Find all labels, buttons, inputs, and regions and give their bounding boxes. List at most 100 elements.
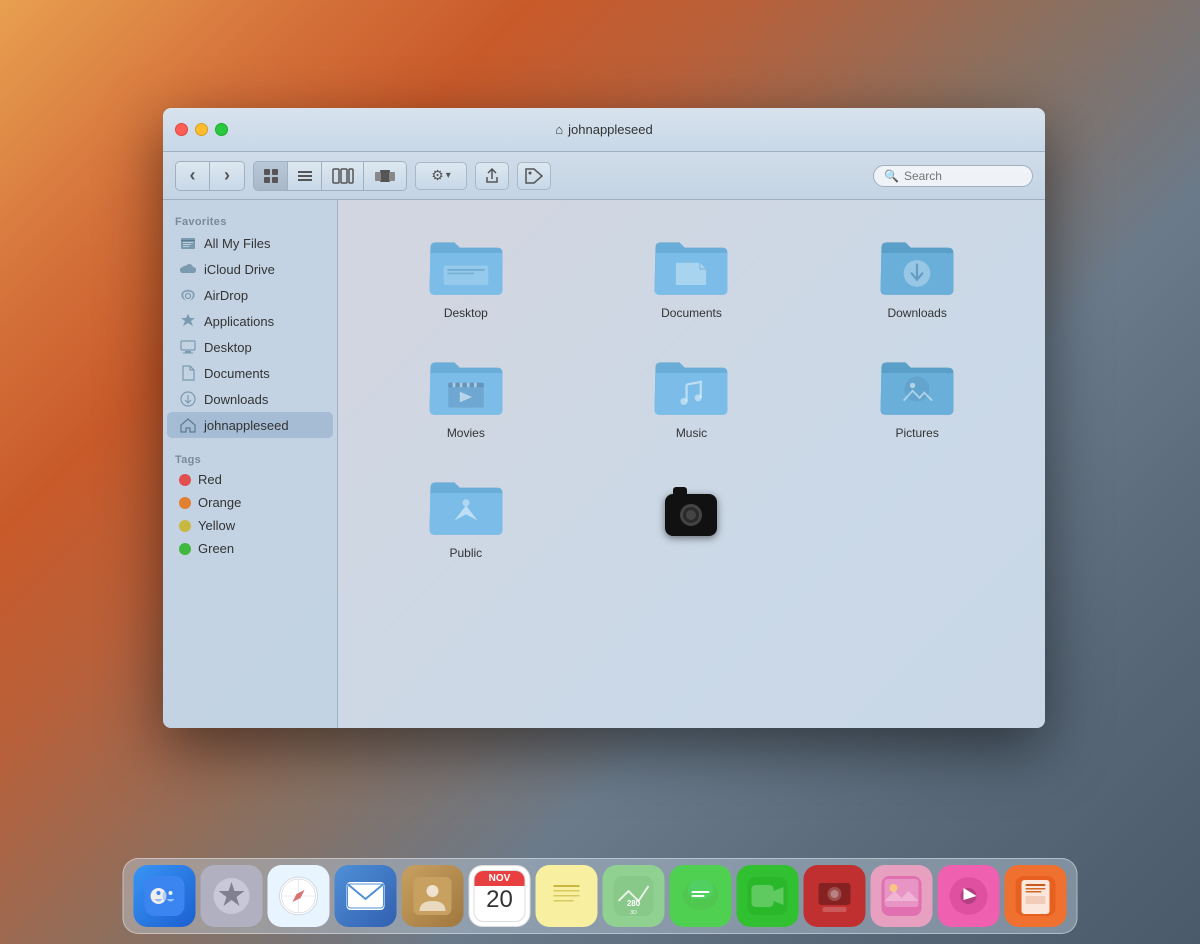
desktop-folder-icon	[426, 230, 506, 300]
sidebar-item-icloud-drive[interactable]: iCloud Drive	[167, 256, 333, 282]
camera-icon	[665, 494, 717, 536]
facetime-icon	[748, 877, 788, 915]
sidebar-item-tag-red[interactable]: Red	[167, 468, 333, 491]
sidebar-item-label: iCloud Drive	[204, 262, 275, 277]
file-label: Documents	[661, 306, 722, 320]
home-folder-icon	[179, 416, 197, 434]
window-title: ⌂ johnappleseed	[555, 122, 652, 137]
sidebar-item-airdrop[interactable]: AirDrop	[167, 282, 333, 308]
svg-text:280: 280	[627, 899, 641, 908]
sidebar-item-tag-orange[interactable]: Orange	[167, 491, 333, 514]
file-item-public[interactable]: Public	[358, 460, 574, 570]
sidebar-item-label: Applications	[204, 314, 274, 329]
tag-icon	[525, 168, 543, 184]
documents-icon	[179, 364, 197, 382]
file-label: Music	[676, 426, 707, 440]
back-button[interactable]	[176, 162, 210, 190]
view-buttons	[253, 161, 407, 191]
sidebar-item-tag-green[interactable]: Green	[167, 537, 333, 560]
itunes-icon	[949, 876, 989, 916]
arrange-chevron-icon: ▾	[446, 170, 451, 181]
all-my-files-icon	[179, 234, 197, 252]
sidebar: Favorites All My Files	[163, 200, 338, 728]
green-tag-dot	[179, 543, 191, 555]
search-input[interactable]	[904, 169, 1024, 183]
dock-item-safari[interactable]	[268, 865, 330, 927]
file-item-movies[interactable]: Movies	[358, 340, 574, 450]
traffic-lights	[175, 123, 228, 136]
search-box[interactable]: 🔍	[873, 165, 1033, 187]
orange-tag-dot	[179, 497, 191, 509]
share-icon	[484, 168, 500, 184]
mail-icon	[347, 882, 385, 910]
sidebar-item-all-my-files[interactable]: All My Files	[167, 230, 333, 256]
file-item-documents[interactable]: Documents	[584, 220, 800, 330]
file-label: Desktop	[444, 306, 488, 320]
tags-section: Tags Red Orange Yellow Green	[163, 448, 337, 560]
title-bar: ⌂ johnappleseed	[163, 108, 1045, 152]
favorites-header: Favorites	[163, 210, 337, 230]
sidebar-item-documents[interactable]: Documents	[167, 360, 333, 386]
notes-icon	[548, 877, 586, 915]
tags-header: Tags	[163, 448, 337, 468]
photo-booth-icon	[815, 877, 855, 915]
dock-item-notes[interactable]	[536, 865, 598, 927]
dock-item-itunes[interactable]	[938, 865, 1000, 927]
sidebar-item-tag-yellow[interactable]: Yellow	[167, 514, 333, 537]
dock-item-facetime[interactable]	[737, 865, 799, 927]
sidebar-item-label: Orange	[198, 495, 241, 510]
dock-item-maps[interactable]: 280 3D	[603, 865, 665, 927]
share-button[interactable]	[475, 162, 509, 190]
sidebar-item-label: Yellow	[198, 518, 235, 533]
dock-item-finder[interactable]	[134, 865, 196, 927]
title-label: johnappleseed	[568, 122, 653, 137]
coverflow-view-icon	[374, 168, 396, 184]
icon-view-button[interactable]	[254, 162, 288, 190]
list-view-button[interactable]	[288, 162, 322, 190]
dock-item-photo-booth[interactable]	[804, 865, 866, 927]
file-item-downloads[interactable]: Downloads	[809, 220, 1025, 330]
gear-icon: ⚙	[431, 167, 444, 184]
minimize-button[interactable]	[195, 123, 208, 136]
sidebar-item-label: Red	[198, 472, 222, 487]
finder-window: ⌂ johnappleseed	[163, 108, 1045, 728]
file-grid: Desktop Documents	[338, 200, 1045, 728]
arrange-button[interactable]: ⚙ ▾	[415, 162, 467, 190]
sidebar-item-label: Green	[198, 541, 234, 556]
calendar-month: NOV	[475, 871, 525, 886]
contacts-icon	[414, 877, 452, 915]
file-item-pictures[interactable]: Pictures	[809, 340, 1025, 450]
documents-folder-icon	[651, 230, 731, 300]
dock-item-pages[interactable]	[1005, 865, 1067, 927]
calendar-day: 20	[486, 886, 513, 915]
music-folder-icon	[651, 350, 731, 420]
dock-item-contacts[interactable]	[402, 865, 464, 927]
nav-buttons	[175, 161, 245, 191]
close-button[interactable]	[175, 123, 188, 136]
maximize-button[interactable]	[215, 123, 228, 136]
dock-item-calendar[interactable]: NOV 20	[469, 865, 531, 927]
file-item-music[interactable]: Music	[584, 340, 800, 450]
sidebar-item-applications[interactable]: Applications	[167, 308, 333, 334]
icon-view-icon	[263, 168, 279, 184]
tag-button[interactable]	[517, 162, 551, 190]
sidebar-item-label: Downloads	[204, 392, 268, 407]
applications-icon	[179, 312, 197, 330]
file-item-desktop[interactable]: Desktop	[358, 220, 574, 330]
sidebar-item-label: AirDrop	[204, 288, 248, 303]
forward-button[interactable]	[210, 162, 244, 190]
finder-icon	[145, 876, 185, 916]
dock-item-messages[interactable]	[670, 865, 732, 927]
dock-item-mail[interactable]	[335, 865, 397, 927]
dock-item-launchpad[interactable]	[201, 865, 263, 927]
dock-item-iphoto[interactable]	[871, 865, 933, 927]
sidebar-item-downloads[interactable]: Downloads	[167, 386, 333, 412]
downloads-folder-icon	[877, 230, 957, 300]
svg-text:3D: 3D	[630, 910, 637, 916]
movies-folder-icon	[426, 350, 506, 420]
search-icon: 🔍	[884, 169, 899, 183]
sidebar-item-johnappleseed[interactable]: johnappleseed	[167, 412, 333, 438]
column-view-button[interactable]	[322, 162, 364, 190]
coverflow-view-button[interactable]	[364, 162, 406, 190]
sidebar-item-desktop[interactable]: Desktop	[167, 334, 333, 360]
